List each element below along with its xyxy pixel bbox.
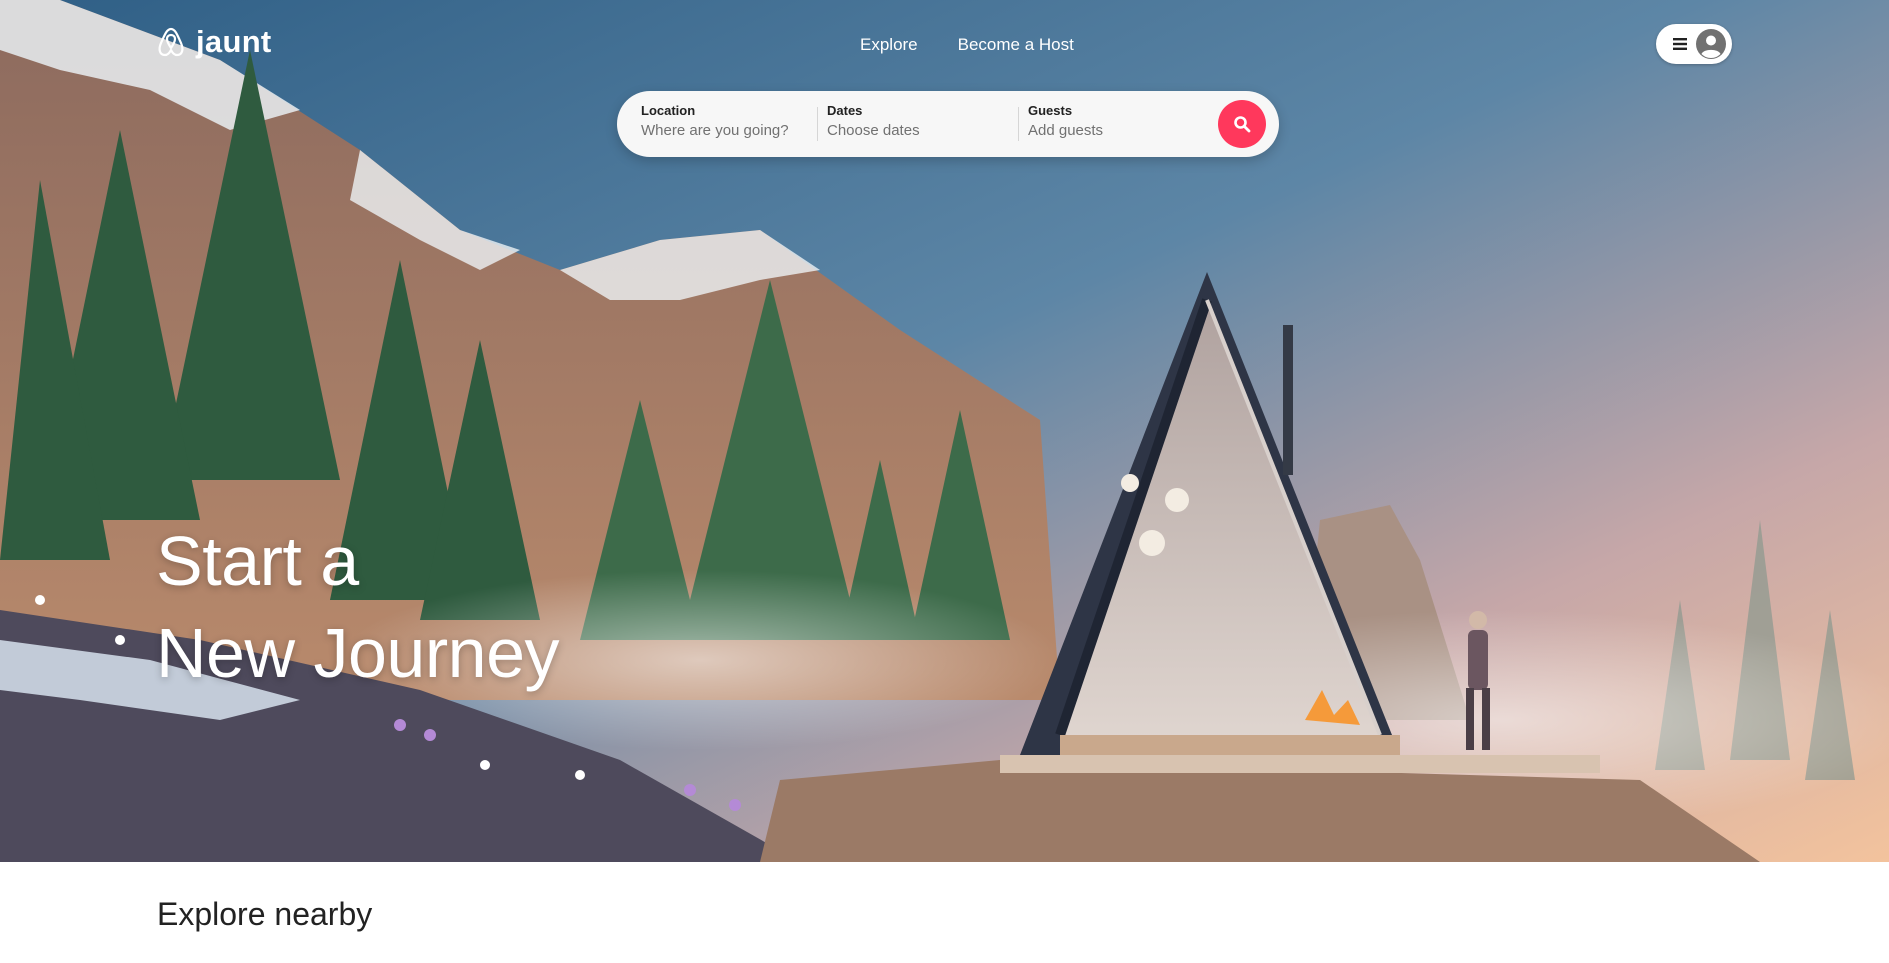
logo-icon [158,27,184,57]
dates-field[interactable]: Dates Choose dates [827,103,1007,145]
brand-logo[interactable]: jaunt [156,24,272,60]
hero-banner: jaunt Explore Become a Host Location Whe… [0,0,1889,862]
guests-input[interactable]: Add guests [1028,122,1208,139]
search-button[interactable] [1218,100,1266,148]
hamburger-menu-icon [1673,38,1687,50]
search-icon [1234,116,1251,133]
dates-input[interactable]: Choose dates [827,122,1007,139]
hero-headline-line1: Start a [156,522,359,600]
search-divider [1018,107,1019,141]
location-label: Location [641,103,696,118]
nav-explore-link[interactable]: Explore [860,35,918,55]
search-divider [817,107,818,141]
hero-headline-line2: New Journey [156,614,560,692]
nav-become-host-link[interactable]: Become a Host [958,35,1074,55]
location-field[interactable]: Location Where are you going? [641,103,811,145]
user-menu-button[interactable] [1656,24,1732,64]
dates-label: Dates [827,103,863,118]
guests-label: Guests [1028,103,1073,118]
hero-headline: Start a New Journey [156,515,560,699]
top-nav: Explore Become a Host [860,35,1074,55]
user-avatar-icon [1696,29,1726,59]
search-bar: Location Where are you going? Dates Choo… [617,91,1279,157]
brand-name: jaunt [196,24,272,59]
location-input[interactable]: Where are you going? [641,122,811,139]
guests-field[interactable]: Guests Add guests [1028,103,1208,145]
explore-nearby-title: Explore nearby [157,896,373,932]
